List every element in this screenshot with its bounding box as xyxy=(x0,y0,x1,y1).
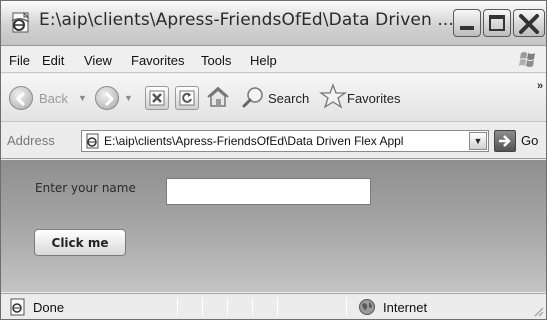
globe-icon xyxy=(359,299,375,315)
status-separator xyxy=(346,298,347,316)
go-arrow-icon xyxy=(499,135,511,147)
address-field[interactable]: E:\aip\clients\Apress-FriendsOfEd\Data D… xyxy=(81,130,489,152)
title-bar[interactable]: E:\aip\clients\Apress-FriendsOfEd\Data D… xyxy=(1,1,546,46)
go-label[interactable]: Go xyxy=(521,133,538,148)
status-separator xyxy=(227,298,228,316)
resize-grip-icon[interactable] xyxy=(532,305,544,317)
search-icon[interactable] xyxy=(241,85,265,109)
back-label[interactable]: Back xyxy=(39,91,68,106)
browser-window: E:\aip\clients\Apress-FriendsOfEd\Data D… xyxy=(0,0,547,320)
status-text: Done xyxy=(33,300,65,315)
maximize-button[interactable] xyxy=(483,9,511,37)
name-label: Enter your name xyxy=(35,181,136,195)
menu-file[interactable]: File xyxy=(9,53,30,68)
menu-help[interactable]: Help xyxy=(250,53,277,68)
zone-text: Internet xyxy=(383,300,428,315)
ie-page-icon xyxy=(86,133,99,149)
name-input[interactable] xyxy=(166,178,371,205)
forward-dropdown-icon[interactable]: ▼ xyxy=(124,93,133,103)
menu-bar: File Edit View Favorites Tools Help xyxy=(1,47,546,73)
search-button[interactable]: Search xyxy=(268,91,309,106)
address-url[interactable]: E:\aip\clients\Apress-FriendsOfEd\Data D… xyxy=(104,134,444,148)
back-dropdown-icon[interactable]: ▼ xyxy=(78,93,87,103)
menu-favorites[interactable]: Favorites xyxy=(131,53,184,68)
status-bar: Done Internet xyxy=(1,293,546,319)
status-separator xyxy=(277,298,278,316)
status-separator xyxy=(252,298,253,316)
app-content: Enter your name Click me xyxy=(1,160,546,292)
back-button[interactable] xyxy=(9,86,33,110)
address-bar: Address E:\aip\clients\Apress-FriendsOfE… xyxy=(1,123,546,159)
window-title: E:\aip\clients\Apress-FriendsOfEd\Data D… xyxy=(39,10,454,30)
page-status-icon xyxy=(10,298,25,316)
home-icon[interactable] xyxy=(205,84,231,110)
forward-arrow-icon xyxy=(104,91,115,107)
close-icon xyxy=(519,14,539,34)
back-arrow-icon xyxy=(15,91,26,107)
ie-page-icon xyxy=(11,12,30,33)
refresh-button[interactable] xyxy=(175,86,199,110)
windows-logo-icon xyxy=(519,52,535,67)
stop-button[interactable] xyxy=(145,86,169,110)
go-button[interactable] xyxy=(494,130,516,152)
menu-edit[interactable]: Edit xyxy=(42,53,64,68)
status-separator xyxy=(202,298,203,316)
forward-button[interactable] xyxy=(95,86,119,110)
star-icon[interactable] xyxy=(319,83,347,111)
status-separator xyxy=(177,298,178,316)
minimize-button[interactable] xyxy=(453,9,481,37)
menu-view[interactable]: View xyxy=(84,53,112,68)
click-me-button[interactable]: Click me xyxy=(34,229,126,256)
stop-icon xyxy=(149,90,165,106)
refresh-icon xyxy=(179,90,195,106)
toolbar: Back ▼ ▼ Search Favorites » xyxy=(1,74,546,122)
address-dropdown-button[interactable]: ▼ xyxy=(469,132,487,150)
favorites-button[interactable]: Favorites xyxy=(347,91,400,106)
close-button[interactable] xyxy=(513,9,545,37)
address-label: Address xyxy=(7,133,55,148)
menu-tools[interactable]: Tools xyxy=(201,53,231,68)
toolbar-overflow-chevron[interactable]: » xyxy=(537,80,543,92)
